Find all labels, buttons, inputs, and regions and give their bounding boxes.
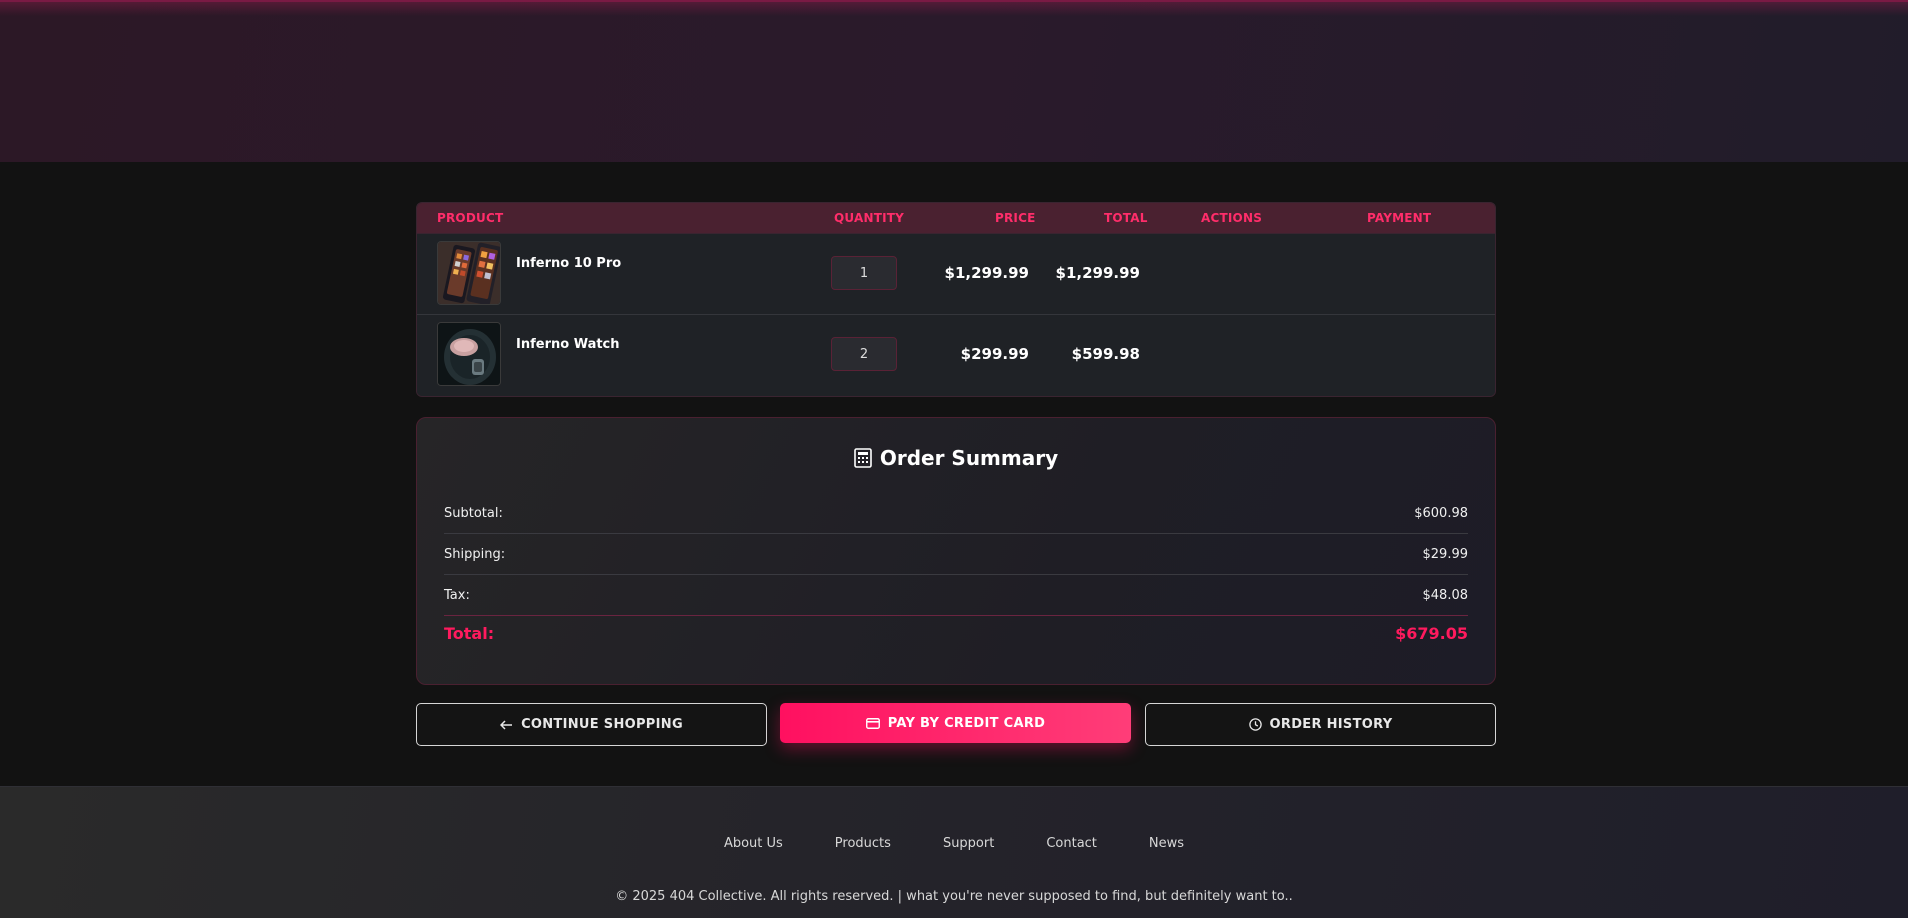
cart-container: PRODUCT QUANTITY PRICE TOTAL ACTIONS PAY… (416, 202, 1496, 685)
watch-image[interactable] (437, 322, 501, 386)
footer-link-news[interactable]: News (1149, 836, 1184, 851)
arrow-left-icon (500, 719, 513, 730)
line-total: $599.98 (1071, 345, 1140, 363)
footer-links: About Us Products Support Contact News (0, 836, 1908, 851)
table-header: PRODUCT QUANTITY PRICE TOTAL ACTIONS PAY… (417, 203, 1495, 234)
order-history-button[interactable]: ORDER HISTORY (1145, 703, 1496, 746)
product-name[interactable]: Inferno 10 Pro (516, 256, 621, 271)
shipping-label: Shipping: (444, 546, 506, 562)
tax-row: Tax: $48.08 (444, 575, 1468, 616)
product-name[interactable]: Inferno Watch (516, 337, 620, 352)
tax-value: $48.08 (1422, 587, 1469, 603)
subtotal-row: Subtotal: $600.98 (444, 493, 1468, 534)
table-row: Inferno Watch 2 $299.99 $599.98 (417, 315, 1495, 396)
credit-card-icon (865, 717, 880, 729)
order-summary: Order Summary Subtotal: $600.98 Shipping… (416, 417, 1496, 685)
header-quantity: QUANTITY (834, 211, 905, 225)
table-row: Inferno 10 Pro 1 $1,299.99 $1,299.99 (417, 234, 1495, 315)
line-total: $1,299.99 (1055, 264, 1140, 282)
continue-shopping-button[interactable]: CONTINUE SHOPPING (416, 703, 767, 746)
header-actions: ACTIONS (1201, 211, 1263, 225)
quantity-input[interactable]: 1 (831, 256, 897, 290)
copyright-text: © 2025 404 Collective. All rights reserv… (615, 889, 1293, 904)
subtotal-value: $600.98 (1414, 505, 1468, 521)
quantity-input[interactable]: 2 (831, 337, 897, 371)
subtotal-label: Subtotal: (444, 505, 503, 521)
footer-link-products[interactable]: Products (835, 836, 891, 851)
header-product: PRODUCT (437, 211, 504, 225)
footer-link-support[interactable]: Support (943, 836, 994, 851)
total-value: $679.05 (1395, 624, 1468, 643)
unit-price: $1,299.99 (944, 264, 1029, 282)
total-row: Total: $679.05 (444, 624, 1468, 643)
cart-table: PRODUCT QUANTITY PRICE TOTAL ACTIONS PAY… (416, 202, 1496, 397)
phone-image[interactable] (437, 241, 501, 305)
shipping-row: Shipping: $29.99 (444, 534, 1468, 575)
clock-icon (1248, 718, 1262, 731)
action-buttons: CONTINUE SHOPPING PAY BY CREDIT CARD ORD… (416, 703, 1496, 746)
header-payment: PAYMENT (1367, 211, 1432, 225)
footer: About Us Products Support Contact News ©… (0, 786, 1908, 918)
continue-shopping-label: CONTINUE SHOPPING (521, 717, 683, 732)
total-label: Total: (444, 624, 495, 643)
unit-price: $299.99 (960, 345, 1029, 363)
header-price: PRICE (995, 211, 1036, 225)
order-history-label: ORDER HISTORY (1269, 717, 1393, 732)
footer-link-contact[interactable]: Contact (1046, 836, 1097, 851)
summary-title-text: Order Summary (879, 446, 1059, 470)
pay-by-credit-card-label: PAY BY CREDIT CARD (887, 715, 1046, 731)
tax-label: Tax: (444, 587, 470, 603)
hero-banner (0, 0, 1908, 162)
summary-title: Order Summary (417, 446, 1495, 470)
footer-link-about-us[interactable]: About Us (724, 836, 783, 851)
receipt-icon (854, 448, 872, 468)
shipping-value: $29.99 (1422, 546, 1469, 562)
header-total: TOTAL (1104, 211, 1148, 225)
pay-by-credit-card-button[interactable]: PAY BY CREDIT CARD (780, 703, 1131, 743)
